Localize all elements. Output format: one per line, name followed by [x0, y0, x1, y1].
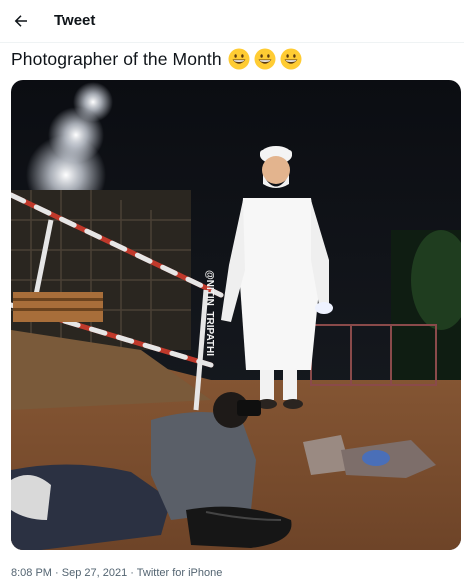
back-button[interactable] — [8, 8, 34, 34]
grinning-face-emoji-icon — [254, 48, 276, 70]
tweet-timestamp[interactable]: 8:08 PM · Sep 27, 2021 · Twitter for iPh… — [11, 566, 222, 580]
photo-watermark: @NITIN_TRIPATHI — [204, 270, 215, 356]
grinning-face-emoji-icon — [228, 48, 250, 70]
tweet-text: Photographer of the Month — [11, 49, 222, 69]
arrow-left-icon — [14, 15, 27, 27]
grinning-face-emoji-icon — [280, 48, 302, 70]
tweet-photo-illustration: @NITIN_TRIPATHI — [11, 80, 461, 550]
top-bar: Tweet — [0, 0, 464, 43]
page-title: Tweet — [54, 12, 96, 29]
tweet-photo[interactable]: @NITIN_TRIPATHI — [11, 80, 461, 550]
tweet-text-row: Photographer of the Month — [11, 48, 302, 70]
